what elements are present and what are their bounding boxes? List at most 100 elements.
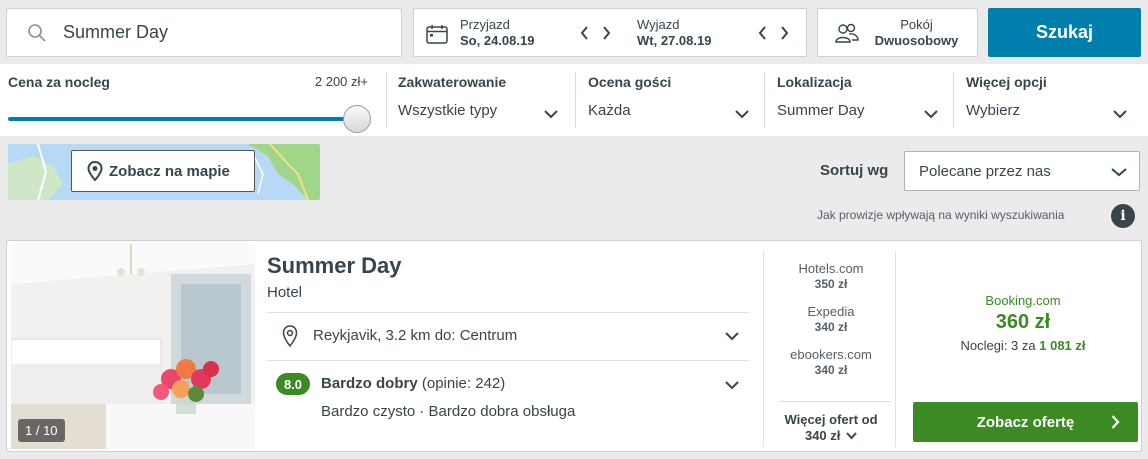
- offer-item[interactable]: Expedia 340 zł: [769, 304, 893, 334]
- accommodation-value: Wszystkie typy: [398, 102, 498, 119]
- view-deal-button[interactable]: Zobacz ofertę: [913, 402, 1138, 442]
- rating-label: Bardzo dobry: [321, 375, 418, 392]
- chevron-down-icon: [1113, 110, 1127, 119]
- offer-provider: Hotels.com: [798, 261, 864, 276]
- divider: [575, 72, 576, 128]
- room-selector[interactable]: Pokój Dwuosobowy: [817, 8, 978, 57]
- checkin-date: So, 24.08.19: [460, 33, 535, 48]
- search-value: Summer Day: [63, 22, 169, 42]
- checkin-next-arrow-icon[interactable]: [599, 23, 613, 43]
- date-picker[interactable]: Przyjazd So, 24.08.19 Wyjazd Wt, 27.08.1…: [413, 8, 807, 57]
- price-slider-handle[interactable]: [343, 105, 371, 133]
- offer-price: 350 zł: [814, 277, 848, 291]
- commission-info-link[interactable]: Jak prowizje wpływają na wyniki wyszukiw…: [817, 208, 1064, 222]
- accommodation-filter[interactable]: Zakwaterowanie Wszystkie typy: [398, 72, 566, 130]
- search-icon: [28, 23, 46, 42]
- divider: [779, 401, 891, 402]
- alternative-offers: Hotels.com 350 zł Expedia 340 zł ebooker…: [769, 241, 895, 453]
- chevron-down-icon: [725, 381, 739, 390]
- accommodation-title: Zakwaterowanie: [398, 74, 507, 90]
- more-offers-line1: Więcej ofert od: [784, 412, 878, 427]
- offer-price: 340 zł: [814, 320, 848, 334]
- checkout-prev-arrow-icon[interactable]: [755, 23, 769, 43]
- location-filter[interactable]: Lokalizacja Summer Day: [777, 72, 946, 130]
- top-search-bar: Summer Day Przyjazd So, 24.08.19 Wyjazd …: [0, 0, 1148, 64]
- offer-provider: Expedia: [807, 304, 855, 319]
- calendar-icon: [426, 25, 448, 44]
- checkin-prev-arrow-icon[interactable]: [577, 23, 591, 43]
- rating-value: Każda: [588, 102, 631, 119]
- rating-title: Ocena gości: [588, 74, 672, 90]
- rating-highlights: Bardzo czysto · Bardzo dobra obsługa: [321, 403, 576, 420]
- view-map-button[interactable]: Zobacz na mapie: [71, 150, 255, 192]
- checkout-label: Wyjazd: [637, 17, 680, 32]
- photo-counter: 1 / 10: [18, 419, 65, 442]
- rating-text: Bardzo dobry (opinie: 242): [321, 375, 505, 392]
- offer-provider: ebookers.com: [790, 347, 872, 362]
- checkin[interactable]: Przyjazd So, 24.08.19: [460, 17, 534, 49]
- best-offer-nights: Noclegi: 3 za 1 081 zł: [903, 338, 1143, 353]
- best-offer: Booking.com 360 zł Noclegi: 3 za 1 081 z…: [903, 241, 1143, 453]
- location-pin-icon: [282, 325, 298, 347]
- sort-value: Polecane przez nas: [919, 162, 1051, 180]
- guests-icon: [835, 23, 859, 43]
- chevron-down-icon: [846, 432, 857, 440]
- nights-total: 1 081 zł: [1039, 338, 1086, 353]
- divider: [267, 312, 749, 313]
- more-offers-button[interactable]: Więcej ofert od 340 zł: [769, 412, 893, 444]
- more-value: Wybierz: [966, 102, 1021, 119]
- offer-price: 340 zł: [814, 363, 848, 377]
- chevron-down-icon: [544, 110, 558, 119]
- chevron-down-icon: [735, 110, 749, 119]
- price-filter: Cena za nocleg 2 200 zł+: [8, 74, 378, 133]
- room-value: Dwuosobowy: [874, 33, 959, 48]
- more-options-filter[interactable]: Więcej opcji Wybierz: [966, 72, 1135, 130]
- sort-label: Sortuj wg: [820, 162, 889, 179]
- checkout-next-arrow-icon[interactable]: [777, 23, 791, 43]
- offer-item[interactable]: Hotels.com 350 zł: [769, 261, 893, 291]
- map-preview[interactable]: Zobacz na mapie: [8, 144, 320, 200]
- rating-badge: 8.0: [276, 373, 310, 395]
- location-title: Lokalizacja: [777, 74, 852, 90]
- view-map-label: Zobacz na mapie: [109, 162, 230, 180]
- divider: [386, 72, 387, 128]
- location-text: Reykjavik, 3.2 km do: Centrum: [313, 327, 518, 344]
- more-title: Więcej opcji: [966, 74, 1047, 90]
- room-label: Pokój: [900, 17, 933, 32]
- divider: [267, 360, 749, 361]
- best-offer-price[interactable]: 360 zł: [903, 311, 1143, 334]
- hotel-info: Summer Day Hotel Reykjavik, 3.2 km do: C…: [267, 241, 749, 453]
- search-button[interactable]: Szukaj: [988, 8, 1141, 57]
- filter-bar: Cena za nocleg 2 200 zł+ Zakwaterowanie …: [0, 64, 1148, 136]
- search-input[interactable]: Summer Day: [6, 8, 402, 57]
- best-offer-provider[interactable]: Booking.com: [903, 293, 1143, 308]
- checkin-label: Przyjazd: [460, 17, 510, 32]
- divider: [895, 251, 896, 447]
- chevron-down-icon: [725, 332, 739, 341]
- hotel-name[interactable]: Summer Day: [267, 253, 402, 279]
- divider: [763, 251, 764, 447]
- hotel-photo[interactable]: 1 / 10: [11, 244, 255, 449]
- map-pin-icon: [87, 161, 103, 181]
- chevron-down-icon: [1111, 168, 1127, 177]
- chevron-right-icon: [1111, 415, 1120, 429]
- location-value: Summer Day: [777, 102, 865, 119]
- sort-select[interactable]: Polecane przez nas: [904, 151, 1140, 191]
- divider: [764, 72, 765, 128]
- hotel-rating[interactable]: 8.0 Bardzo dobry (opinie: 242) Bardzo cz…: [267, 371, 749, 431]
- hotel-type: Hotel: [267, 284, 303, 301]
- hotel-location[interactable]: Reykjavik, 3.2 km do: Centrum: [267, 323, 749, 353]
- view-deal-label: Zobacz ofertę: [976, 413, 1075, 431]
- price-slider-track[interactable]: [8, 117, 358, 121]
- more-offers-price: 340 zł: [804, 428, 841, 443]
- price-max: 2 200 zł+: [314, 74, 368, 89]
- offer-item[interactable]: ebookers.com 340 zł: [769, 347, 893, 377]
- checkout[interactable]: Wyjazd Wt, 27.08.19: [637, 17, 711, 49]
- info-icon[interactable]: i: [1111, 204, 1135, 228]
- guest-rating-filter[interactable]: Ocena gości Każda: [588, 72, 757, 130]
- hotel-result-card: 1 / 10 Summer Day Hotel Reykjavik, 3.2 k…: [6, 240, 1142, 452]
- rating-reviews: (opinie: 242): [421, 375, 506, 392]
- nights-text: Noclegi: 3 za: [960, 338, 1036, 353]
- checkout-date: Wt, 27.08.19: [637, 33, 712, 48]
- divider: [953, 72, 954, 128]
